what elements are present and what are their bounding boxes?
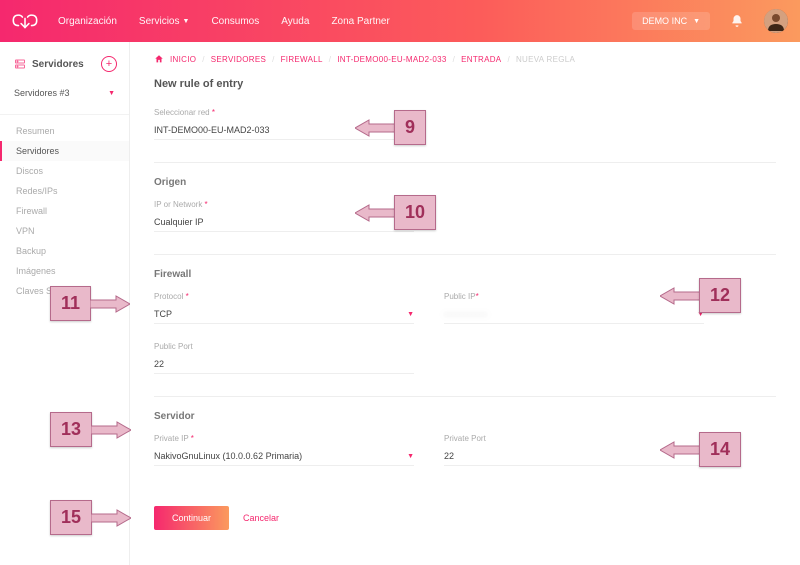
ipnetwork-label: IP or Network *	[154, 200, 414, 209]
server-icon	[14, 58, 26, 70]
page-title: New rule of entry	[154, 78, 776, 90]
nav-servicios[interactable]: Servicios▼	[139, 16, 190, 27]
top-nav: Organización Servicios▼ Consumos Ayuda Z…	[58, 16, 612, 27]
publicport-input[interactable]	[154, 355, 414, 374]
sidebar-item-firewall[interactable]: Firewall	[0, 201, 129, 221]
nav-ayuda[interactable]: Ayuda	[281, 16, 309, 27]
sidebar-item-discos[interactable]: Discos	[0, 161, 129, 181]
bell-icon[interactable]	[730, 14, 744, 28]
crumb-firewall[interactable]: FIREWALL	[281, 55, 323, 64]
publicport-label: Public Port	[154, 342, 414, 351]
network-value: INT-DEMO00-EU-MAD2-033	[154, 125, 270, 135]
firewall-title: Firewall	[154, 269, 776, 280]
crumb-inicio[interactable]: INICIO	[170, 55, 196, 64]
nav-zonapartner[interactable]: Zona Partner	[331, 16, 389, 27]
chevron-down-icon: ▼	[407, 219, 414, 226]
sidebar-item-resumen[interactable]: Resumen	[0, 121, 129, 141]
privateport-label: Private Port	[444, 434, 704, 443]
avatar[interactable]	[764, 9, 788, 33]
sidebar-subtitle-row[interactable]: Servidores #3 ▼	[0, 82, 129, 108]
chevron-down-icon: ▼	[407, 453, 414, 460]
org-label: DEMO INC	[642, 16, 687, 26]
crumb-interface[interactable]: INT-DEMO00-EU-MAD2-033	[337, 55, 446, 64]
publicip-label: Public IP*	[444, 292, 704, 301]
crumb-current: NUEVA REGLA	[516, 55, 575, 64]
add-server-button[interactable]: +	[101, 56, 117, 72]
section-network: Seleccionar red * INT-DEMO00-EU-MAD2-033…	[154, 108, 776, 140]
app-logo	[12, 11, 38, 31]
nav-consumos[interactable]: Consumos	[211, 16, 259, 27]
crumb-servidores[interactable]: SERVIDORES	[211, 55, 266, 64]
privateip-value: NakivoGnuLinux (10.0.0.62 Primaria)	[154, 451, 302, 461]
privateip-select[interactable]: NakivoGnuLinux (10.0.0.62 Primaria) ▼	[154, 447, 414, 466]
section-firewall: Firewall Protocol * TCP ▼ Public IP* ···…	[154, 254, 776, 374]
sidebar-menu: Resumen Servidores Discos Redes/IPs Fire…	[0, 114, 129, 301]
origen-title: Origen	[154, 177, 776, 188]
sidebar-item-redes[interactable]: Redes/IPs	[0, 181, 129, 201]
ipnetwork-select[interactable]: Cualquier IP ▼	[154, 213, 414, 232]
org-selector[interactable]: DEMO INC ▼	[632, 12, 710, 30]
network-label: Seleccionar red *	[154, 108, 414, 117]
chevron-down-icon: ▼	[693, 18, 700, 25]
breadcrumb: INICIO/ SERVIDORES/ FIREWALL/ INT-DEMO00…	[154, 54, 776, 64]
topbar: Organización Servicios▼ Consumos Ayuda Z…	[0, 0, 800, 42]
ipnetwork-value: Cualquier IP	[154, 217, 204, 227]
section-origen: Origen IP or Network * Cualquier IP ▼	[154, 162, 776, 232]
sidebar-header: Servidores +	[0, 52, 129, 82]
sidebar-title: Servidores	[32, 59, 84, 70]
chevron-down-icon: ▼	[407, 127, 414, 134]
chevron-down-icon: ▼	[697, 311, 704, 318]
network-select[interactable]: INT-DEMO00-EU-MAD2-033 ▼	[154, 121, 414, 140]
protocol-label: Protocol *	[154, 292, 414, 301]
publicip-value: ···········	[444, 309, 488, 319]
continue-button[interactable]: Continuar	[154, 506, 229, 530]
protocol-select[interactable]: TCP ▼	[154, 305, 414, 324]
chevron-down-icon: ▼	[183, 18, 190, 25]
content-area: INICIO/ SERVIDORES/ FIREWALL/ INT-DEMO00…	[130, 42, 800, 565]
privateip-label: Private IP *	[154, 434, 414, 443]
button-row: Continuar Cancelar	[154, 506, 776, 530]
sidebar: Servidores + Servidores #3 ▼ Resumen Ser…	[0, 42, 130, 565]
sidebar-subtitle: Servidores #3	[14, 88, 70, 98]
chevron-down-icon: ▼	[407, 311, 414, 318]
privateport-input[interactable]	[444, 447, 704, 466]
sidebar-item-clavesssh[interactable]: Claves SSH	[0, 281, 129, 301]
sidebar-item-vpn[interactable]: VPN	[0, 221, 129, 241]
sidebar-item-servidores[interactable]: Servidores	[0, 141, 129, 161]
cancel-button[interactable]: Cancelar	[243, 513, 279, 523]
sidebar-item-imagenes[interactable]: Imágenes	[0, 261, 129, 281]
section-servidor: Servidor Private IP * NakivoGnuLinux (10…	[154, 396, 776, 484]
home-icon	[154, 54, 164, 64]
chevron-down-icon: ▼	[108, 90, 115, 97]
protocol-value: TCP	[154, 309, 172, 319]
publicip-select[interactable]: ··········· ▼	[444, 305, 704, 324]
sidebar-item-backup[interactable]: Backup	[0, 241, 129, 261]
crumb-entrada[interactable]: ENTRADA	[461, 55, 501, 64]
nav-organizacion[interactable]: Organización	[58, 16, 117, 27]
servidor-title: Servidor	[154, 411, 776, 422]
